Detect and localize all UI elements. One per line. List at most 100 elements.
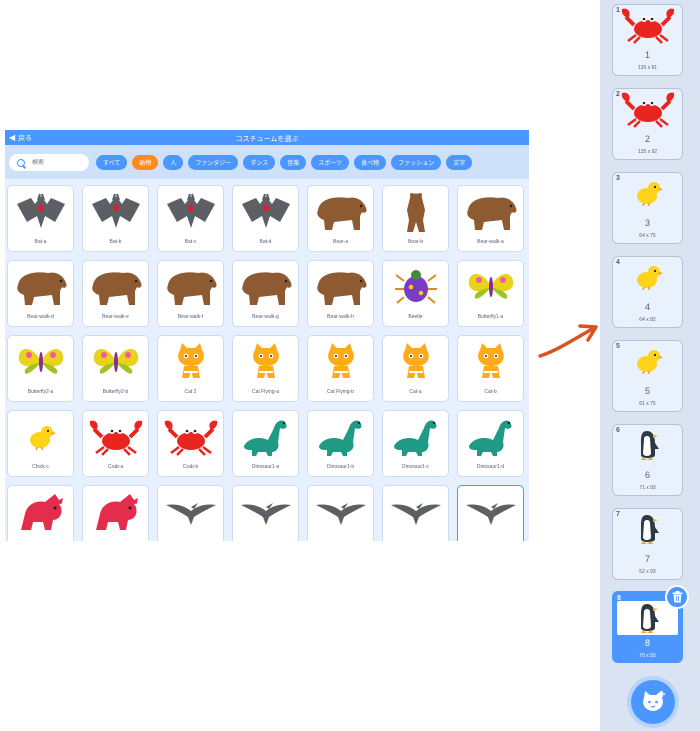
category-tag[interactable]: ファッション xyxy=(391,155,442,170)
costume-tile-label: Beetle xyxy=(408,314,423,320)
category-tag[interactable]: 文字 xyxy=(446,155,473,170)
category-tag[interactable]: すべて xyxy=(96,155,128,170)
category-tag[interactable]: スポーツ xyxy=(311,155,350,170)
costume-tile[interactable]: Bat-c xyxy=(157,185,224,252)
chick-icon xyxy=(8,415,73,459)
costume-tile-label: Cat-b xyxy=(484,389,497,395)
costume-item[interactable]: 2 2 135 x 92 xyxy=(612,88,683,160)
bear-icon xyxy=(308,190,373,234)
bat-icon xyxy=(158,190,223,234)
costume-tile[interactable]: Cat Flying-b xyxy=(307,335,374,402)
costume-tile[interactable]: Butterfly2-a xyxy=(7,335,74,402)
chick-icon xyxy=(613,179,682,207)
costume-tile-label: Dinosaur1-a xyxy=(251,464,280,470)
costume-tile[interactable] xyxy=(7,485,74,541)
pterodactyl-icon xyxy=(383,490,448,534)
costume-item[interactable]: 1 1 135 x 91 xyxy=(612,4,683,76)
bat-icon xyxy=(233,190,298,234)
library-title: コスチュームを選ぶ xyxy=(235,136,299,143)
costume-tile-label: Bat-a xyxy=(34,239,47,245)
costume-tile[interactable]: Butterfly1-a xyxy=(457,260,524,327)
bear-icon xyxy=(83,265,148,309)
search-box[interactable] xyxy=(9,154,89,171)
costume-tile[interactable] xyxy=(157,485,224,541)
costume-size: 135 x 92 xyxy=(637,149,658,155)
dinosaur-icon xyxy=(383,415,448,459)
costume-tile[interactable]: Bear-b xyxy=(382,185,449,252)
search-input[interactable] xyxy=(30,158,88,167)
costume-tile[interactable]: Chick-c xyxy=(7,410,74,477)
pterodactyl-icon xyxy=(158,490,223,534)
costume-size: 135 x 91 xyxy=(637,65,658,71)
costume-tile[interactable]: Crab-b xyxy=(157,410,224,477)
costume-tile[interactable]: Cat Flying-a xyxy=(232,335,299,402)
costume-tile[interactable]: Bear-walk-e xyxy=(82,260,149,327)
costume-tile[interactable] xyxy=(457,485,524,541)
costume-tile[interactable] xyxy=(232,485,299,541)
costume-item[interactable]: 7 7 52 x 93 xyxy=(612,508,683,580)
category-tag[interactable]: ファンタジー xyxy=(188,155,239,170)
delete-costume-button[interactable] xyxy=(665,585,689,609)
costume-size: 70 x 93 xyxy=(639,653,656,659)
costume-tile[interactable]: Bat-a xyxy=(7,185,74,252)
costume-tile-label: Crab-a xyxy=(107,464,124,470)
costume-name: 1 xyxy=(644,50,650,60)
costume-item[interactable]: 5 5 61 x 75 xyxy=(612,340,683,412)
costume-size: 71 x 93 xyxy=(639,485,656,491)
costume-tile[interactable]: Bear-walk-d xyxy=(7,260,74,327)
costume-tile[interactable]: Butterfly2-b xyxy=(82,335,149,402)
costume-tile[interactable] xyxy=(382,485,449,541)
category-tag[interactable]: 動物 xyxy=(132,155,159,170)
costume-tile[interactable] xyxy=(82,485,149,541)
library-header: ◀ 戻る コスチュームを選ぶ xyxy=(5,130,529,145)
costume-tile[interactable]: Dinosaur1-d xyxy=(457,410,524,477)
costume-tile[interactable]: Bear-walk-g xyxy=(232,260,299,327)
costume-item[interactable]: 3 3 64 x 75 xyxy=(612,172,683,244)
costume-tile[interactable]: Bat-d xyxy=(232,185,299,252)
choose-costume-button[interactable] xyxy=(631,680,675,724)
costume-tile[interactable]: Dinosaur1-c xyxy=(382,410,449,477)
costume-tile[interactable]: Bat-b xyxy=(82,185,149,252)
penguin-icon xyxy=(613,515,682,544)
costume-tile-label: Butterfly1-a xyxy=(477,314,504,320)
butterfly-icon xyxy=(458,265,523,309)
category-tag[interactable]: 食べ物 xyxy=(354,155,387,170)
costume-tile[interactable]: Bear-walk-f xyxy=(157,260,224,327)
bat-icon xyxy=(8,190,73,234)
costume-tile[interactable]: Beetle xyxy=(382,260,449,327)
pterodactyl-icon xyxy=(458,490,523,534)
costume-tile-label: Dinosaur1-d xyxy=(476,464,505,470)
crab-icon xyxy=(613,92,682,128)
costume-tile-label: Bear-walk-f xyxy=(177,314,204,320)
cat-plus-icon xyxy=(643,691,665,711)
crab-icon xyxy=(613,8,682,44)
butterfly-icon xyxy=(83,340,148,384)
costume-tile[interactable]: Cat-a xyxy=(382,335,449,402)
bear-icon xyxy=(458,190,523,234)
dinosaur-icon xyxy=(308,415,373,459)
costume-tile[interactable]: Cat 2 xyxy=(157,335,224,402)
costume-tile[interactable]: Bear-a xyxy=(307,185,374,252)
costume-tile-label: Cat 2 xyxy=(184,389,197,395)
costume-tile-label: Bat-b xyxy=(109,239,122,245)
chick-icon xyxy=(613,347,682,375)
costume-tile[interactable]: Cat-b xyxy=(457,335,524,402)
pterodactyl-icon xyxy=(233,490,298,534)
costume-tile[interactable]: Dinosaur1-a xyxy=(232,410,299,477)
dinosaur-icon xyxy=(458,415,523,459)
costume-tile-label: Cat Flying-b xyxy=(327,389,354,395)
crab-icon xyxy=(83,415,148,459)
costume-tile[interactable]: Dinosaur1-b xyxy=(307,410,374,477)
costume-size: 61 x 75 xyxy=(639,401,656,407)
costume-tile[interactable]: Crab-a xyxy=(82,410,149,477)
category-tag[interactable]: 人 xyxy=(163,155,184,170)
costume-tile[interactable]: Bear-walk-a xyxy=(457,185,524,252)
costume-tile-label: Cat Flying-a xyxy=(252,389,279,395)
costume-tile[interactable]: Bear-walk-h xyxy=(307,260,374,327)
costume-tile[interactable] xyxy=(307,485,374,541)
costume-item[interactable]: 6 6 71 x 93 xyxy=(612,424,683,496)
category-tag[interactable]: 音楽 xyxy=(280,155,307,170)
filter-bar: すべて動物人ファンタジーダンス音楽スポーツ食べ物ファッション文字 xyxy=(5,145,529,179)
category-tag[interactable]: ダンス xyxy=(243,155,276,170)
costume-item[interactable]: 4 4 64 x 82 xyxy=(612,256,683,328)
